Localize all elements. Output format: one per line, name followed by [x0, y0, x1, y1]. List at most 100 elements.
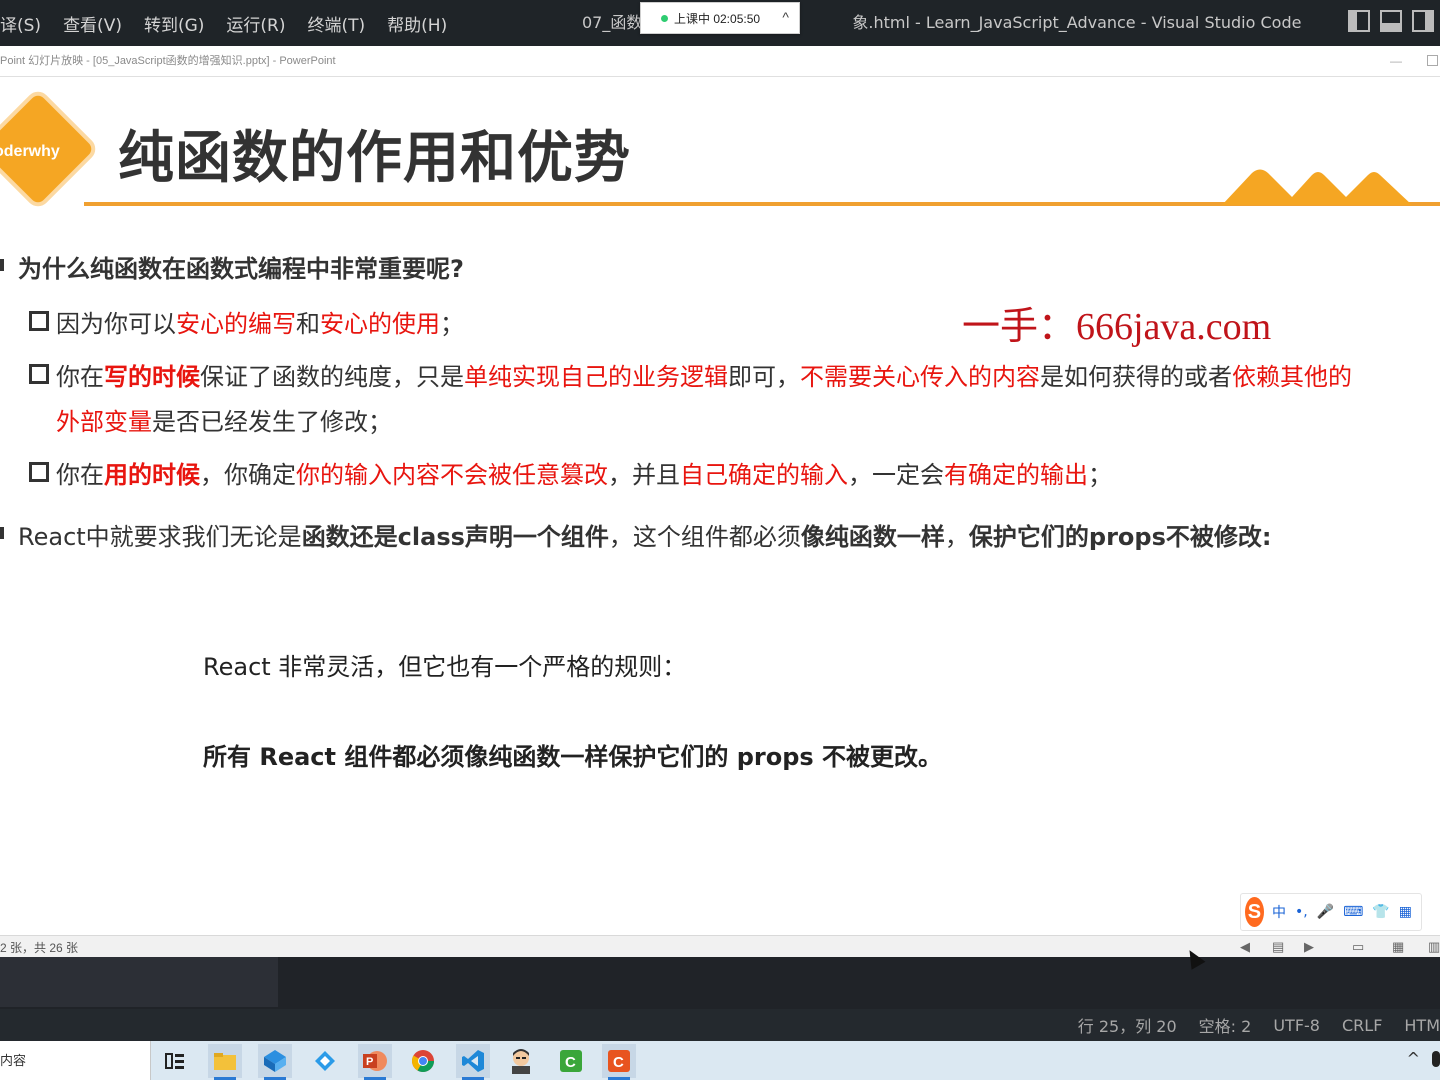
menu-view[interactable]: 查看(V)	[63, 11, 122, 36]
sub3-part-e: ，并且	[608, 461, 680, 489]
sub-bullet-1: 因为你可以安心的编写和安心的使用；	[29, 304, 464, 339]
menu-help[interactable]: 帮助(H)	[387, 11, 447, 36]
react-part-e: ，	[944, 523, 969, 551]
language-mode[interactable]: HTM	[1404, 1016, 1440, 1035]
vscode-icon[interactable]	[456, 1044, 490, 1080]
ime-keyboard-icon[interactable]: ⌨	[1343, 904, 1363, 920]
menu-terminal[interactable]: 终端(T)	[308, 11, 366, 36]
avatar-app-icon[interactable]	[504, 1044, 538, 1078]
sub1-part-b: 安心的编写	[176, 310, 296, 338]
recording-dot-icon	[661, 14, 668, 22]
react-part-b: 函数还是class声明一个组件	[301, 523, 609, 551]
bullet-square-icon	[0, 259, 4, 271]
next-slide-icon[interactable]: ▶	[1304, 939, 1314, 955]
react-quote-line-2: 所有 React 组件都必须像纯函数一样保护它们的 props 不被更改。	[203, 743, 943, 771]
sub2-part-b: 写的时候	[104, 363, 200, 391]
react-quote-line-1: React 非常灵活，但它也有一个严格的规则：	[203, 653, 687, 681]
svg-text:C: C	[613, 1054, 624, 1071]
sub1-part-c: 和	[296, 310, 320, 338]
ime-punctuation-icon[interactable]: •,	[1295, 904, 1308, 920]
hollow-square-icon	[29, 364, 49, 384]
ppt-titlebar: Point 幻灯片放映 - [05_JavaScript函数的增强知识.pptx…	[0, 46, 1440, 77]
vscode-panel-left	[0, 957, 278, 1007]
maximize-icon[interactable]	[1427, 55, 1438, 66]
sub3-part-d: 你的输入内容不会被任意篡改	[296, 461, 608, 489]
sub3-part-h: 有确定的输出	[944, 461, 1088, 489]
decorative-peaks	[1222, 169, 1412, 205]
ime-skin-icon[interactable]: 👕	[1372, 904, 1389, 920]
end-of-line[interactable]: CRLF	[1342, 1016, 1382, 1035]
vscode-statusbar: 行 25，列 20 空格: 2 UTF-8 CRLF HTM	[0, 1009, 1440, 1041]
sub3-part-a: 你在	[56, 461, 104, 489]
window-title-right: 象.html - Learn_JavaScript_Advance - Visu…	[852, 13, 1302, 32]
vscode-panel	[0, 957, 1440, 1009]
svg-text:C: C	[565, 1054, 576, 1071]
camtasia-green-icon[interactable]: C	[554, 1044, 588, 1078]
ppt-statusbar: 2 张，共 26 张 ◀ ▤ ▶ ▭ ▦ ▥	[0, 935, 1440, 958]
brand-logo-text: oderwhy	[0, 143, 60, 160]
powerpoint-icon[interactable]: P	[358, 1044, 392, 1080]
question-1-text: 为什么纯函数在函数式编程中非常重要呢?	[18, 255, 464, 283]
slide: oderwhy 纯函数的作用和优势 为什么纯函数在函数式编程中非常重要呢? 一手…	[0, 77, 1440, 935]
ppt-window-title: Point 幻灯片放映 - [05_JavaScript函数的增强知识.pptx…	[0, 55, 336, 67]
reading-view-icon[interactable]: ▥	[1428, 939, 1440, 955]
layout-controls	[1348, 10, 1434, 32]
react-part-a: React中就要求我们无论是	[18, 523, 302, 551]
sub3-part-b: 用的时候	[104, 461, 200, 489]
normal-view-icon[interactable]: ▭	[1352, 939, 1364, 955]
tray-overflow-chevron-icon[interactable]: ^	[1407, 1049, 1420, 1068]
window-title-left: 07_函数	[582, 13, 643, 32]
bullet-react: React中就要求我们无论是函数还是class声明一个组件，这个组件都必须像纯函…	[0, 517, 1272, 552]
react-part-c: ，这个组件都必须	[608, 523, 801, 551]
toggle-sidebar-icon[interactable]	[1348, 10, 1370, 32]
slide-menu-icon[interactable]: ▤	[1272, 939, 1284, 955]
taskbar-search-box[interactable]: 内容	[0, 1041, 151, 1080]
file-explorer-icon[interactable]	[208, 1044, 242, 1080]
menu-run[interactable]: 运行(R)	[226, 11, 285, 36]
sub1-part-e: ；	[440, 310, 464, 338]
app-blue-cube-icon[interactable]	[258, 1044, 292, 1080]
windows-taskbar: 内容 P C C ^	[0, 1041, 1440, 1080]
bullet-question-1: 为什么纯函数在函数式编程中非常重要呢?	[0, 249, 464, 284]
tray-microphone-icon[interactable]	[1432, 1051, 1440, 1067]
toggle-panel-icon[interactable]	[1380, 10, 1402, 32]
sub2-part-a: 你在	[56, 363, 104, 391]
class-timer-text: 上课中 02:05:50	[674, 11, 761, 26]
encoding[interactable]: UTF-8	[1273, 1016, 1320, 1035]
sogou-logo-icon[interactable]: S	[1245, 897, 1264, 927]
menu-goto[interactable]: 转到(G)	[144, 11, 204, 36]
vscode-menu: 译(S) 查看(V) 转到(G) 运行(R) 终端(T) 帮助(H)	[0, 0, 469, 46]
sub3-part-c: ，你确定	[200, 461, 296, 489]
chrome-icon[interactable]	[406, 1044, 440, 1078]
toggle-secondary-sidebar-icon[interactable]	[1412, 10, 1434, 32]
camtasia-orange-icon[interactable]: C	[602, 1044, 636, 1080]
collapse-chevron-icon[interactable]: ^	[782, 9, 789, 25]
sub2-part-j: 是否已经发生了修改；	[152, 408, 392, 436]
bullet-square-icon	[0, 527, 4, 539]
ime-toolbox-icon[interactable]: ▦	[1399, 904, 1412, 920]
sorter-view-icon[interactable]: ▦	[1392, 939, 1404, 955]
sogou-ime-toolbar[interactable]: S 中 •, 🎤 ⌨ 👕 ▦	[1240, 893, 1422, 931]
previous-slide-icon[interactable]: ◀	[1240, 939, 1250, 955]
sub-bullet-2: 你在写的时候保证了函数的纯度，只是单纯实现自己的业务逻辑即可，不需要关心传入的内…	[29, 357, 1352, 392]
sub1-part-a: 因为你可以	[56, 310, 176, 338]
hollow-square-icon	[29, 462, 49, 482]
app-blue-diamond-icon[interactable]	[308, 1044, 342, 1078]
sub2-part-c: 保证了函数的纯度，只是	[200, 363, 464, 391]
ime-voice-icon[interactable]: 🎤	[1317, 904, 1334, 920]
react-part-f: 保护它们的props不被修改:	[968, 523, 1272, 551]
menu-selection[interactable]: 译(S)	[0, 11, 41, 36]
react-part-d: 像纯函数一样	[800, 523, 945, 551]
task-view-icon[interactable]	[158, 1044, 192, 1078]
slide-counter: 2 张，共 26 张	[0, 941, 79, 955]
cursor-position[interactable]: 行 25，列 20	[1078, 1013, 1177, 1037]
svg-text:P: P	[366, 1056, 373, 1068]
indentation[interactable]: 空格: 2	[1199, 1013, 1252, 1037]
ime-chinese-mode-icon[interactable]: 中	[1272, 902, 1286, 922]
sub2-part-d: 单纯实现自己的业务逻辑	[464, 363, 728, 391]
class-timer-popup[interactable]: 上课中 02:05:50 ^	[640, 2, 800, 34]
hollow-square-icon	[29, 311, 49, 331]
sub2-part-f: 不需要关心传入的内容	[800, 363, 1040, 391]
minimize-icon[interactable]: —	[1390, 46, 1402, 76]
sub2-part-h: 依赖其他的	[1232, 363, 1352, 391]
